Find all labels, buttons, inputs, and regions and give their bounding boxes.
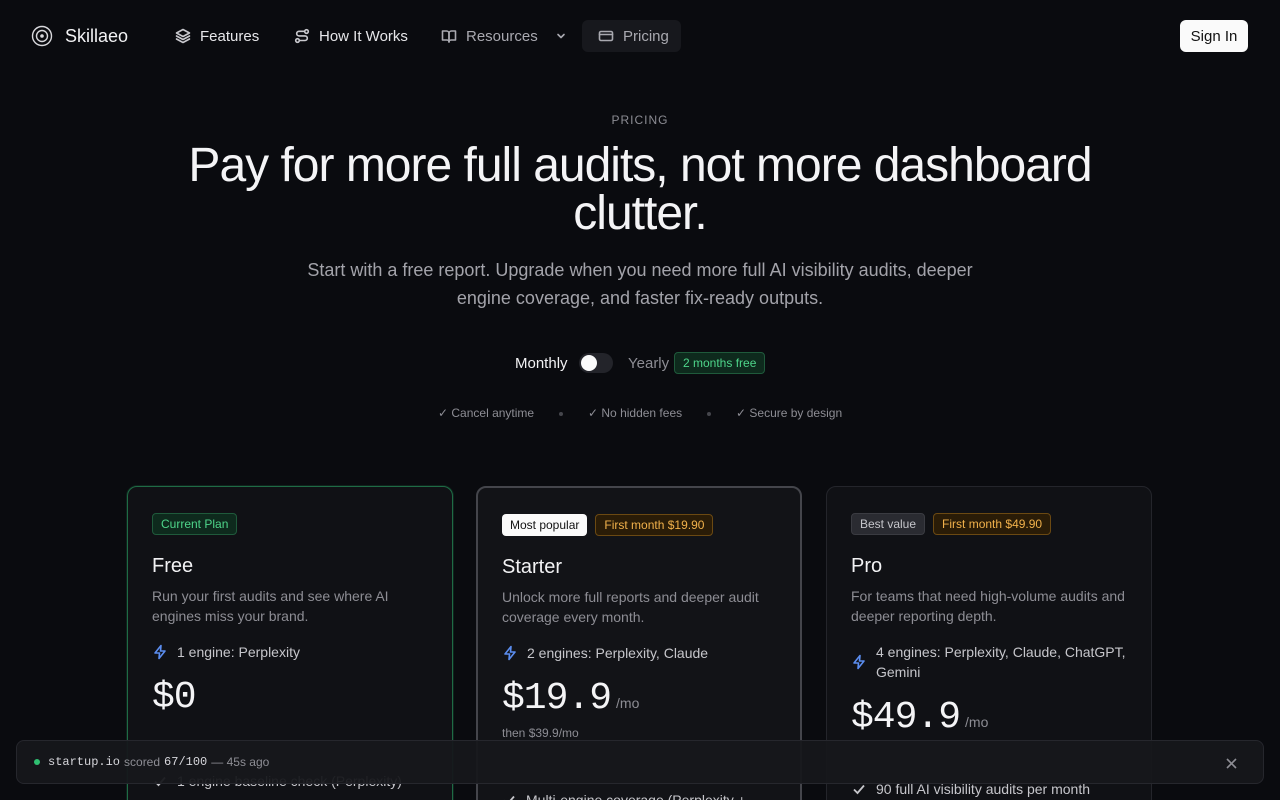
current-plan-badge: Current Plan: [152, 513, 238, 535]
assurance-fees: ✓ No hidden fees: [588, 406, 683, 420]
top-nav: Skillaeo Features How It Works Resources…: [0, 0, 1280, 72]
layers-icon: [175, 28, 191, 44]
separator-dot: [707, 412, 711, 416]
plan-engines: 2 engines: Perplexity, Claude: [502, 643, 776, 663]
brand-logo-icon: [31, 25, 53, 47]
plan-description: Run your first audits and see where AI e…: [152, 588, 389, 624]
first-month-badge: First month $19.90: [595, 514, 714, 536]
assurance-secure: ✓ Secure by design: [736, 406, 843, 420]
plan-price-row: $0: [152, 676, 428, 719]
plan-period: /mo: [616, 695, 640, 711]
nav-pricing[interactable]: Pricing: [582, 20, 681, 52]
first-month-badge: First month $49.90: [933, 513, 1052, 535]
most-popular-badge: Most popular: [502, 514, 588, 536]
page-headline: Pay for more full audits, not more dashb…: [188, 139, 1092, 240]
page-subhead: Start with a free report. Upgrade when y…: [307, 260, 973, 308]
nav-how-it-works-label: How It Works: [319, 27, 408, 45]
plan-badges: Most popular First month $19.90: [502, 514, 776, 536]
best-value-badge: Best value: [851, 513, 926, 535]
nav-features-label: Features: [200, 27, 260, 45]
check-icon: [853, 784, 865, 795]
brand-name: Skillaeo: [65, 25, 129, 46]
plan-price: $0: [152, 676, 197, 719]
plan-engines: 4 engines: Perplexity, Claude, ChatGPT, …: [851, 642, 1127, 682]
activity-toast: startup.io scored 67/100 — 45s ago: [16, 740, 1264, 784]
lightning-icon: [853, 654, 865, 670]
plan-feature: Multi-engine coverage (Perplexity +: [502, 792, 746, 800]
toast-score: 67/100: [164, 755, 208, 769]
brand[interactable]: Skillaeo: [31, 25, 128, 47]
plan-name: Pro: [851, 555, 883, 577]
billing-switch-knob: [581, 355, 597, 371]
chevron-down-icon: [556, 33, 565, 39]
assurances: ✓ Cancel anytime ✓ No hidden fees ✓ Secu…: [0, 406, 1280, 422]
plan-price-row: $49.9 /mo: [851, 696, 1127, 739]
plan-price: $19.9: [502, 677, 612, 720]
book-icon: [441, 30, 457, 43]
plan-name: Starter: [502, 556, 563, 578]
plan-description: Unlock more full reports and deeper audi…: [502, 589, 759, 625]
nav-resources-label: Resources: [466, 27, 538, 45]
plan-badges: Current Plan: [152, 513, 428, 535]
toast-domain: startup.io: [48, 755, 121, 769]
plan-engines: 1 engine: Perplexity: [152, 642, 428, 662]
plan-badges: Best value First month $49.90: [851, 513, 1127, 535]
plan-price: $49.9: [851, 696, 961, 739]
plan-name: Free: [152, 555, 194, 577]
nav-how-it-works[interactable]: How It Works: [294, 20, 408, 52]
nav-pricing-label: Pricing: [623, 27, 669, 45]
plan-description: For teams that need high-volume audits a…: [851, 588, 1125, 624]
plan-price-row: $19.9 /mo: [502, 677, 776, 720]
sign-in-button[interactable]: Sign In: [1180, 20, 1248, 52]
billing-switch[interactable]: [579, 353, 613, 373]
monthly-label[interactable]: Monthly: [515, 355, 568, 372]
toast-time: — 45s ago: [211, 755, 270, 769]
nav-resources[interactable]: Resources: [441, 20, 567, 52]
credit-card-icon: [598, 30, 614, 42]
plan-period: /mo: [965, 714, 989, 730]
lightning-icon: [154, 644, 166, 660]
plan-engines-label: 4 engines: Perplexity, Claude, ChatGPT, …: [876, 644, 1126, 680]
plan-engines-label: 2 engines: Perplexity, Claude: [527, 645, 709, 661]
pricing-eyebrow: PRICING: [611, 113, 669, 127]
yearly-discount-badge: 2 months free: [674, 352, 766, 374]
yearly-label[interactable]: Yearly: [628, 355, 669, 372]
status-dot: [34, 759, 40, 765]
plan-feature-label: Multi-engine coverage (Perplexity +: [526, 792, 746, 800]
billing-toggle-row: Monthly Yearly 2 months free: [0, 350, 1280, 376]
nav-features[interactable]: Features: [175, 20, 259, 52]
lightning-icon: [504, 645, 516, 661]
close-icon: [1225, 757, 1237, 769]
separator-dot: [559, 412, 563, 416]
assurance-cancel: ✓ Cancel anytime: [438, 406, 535, 420]
plan-renewal-price: then $39.9/mo: [502, 726, 579, 740]
check-icon: [504, 795, 515, 800]
toast-scored-text: scored: [124, 755, 161, 769]
route-icon: [294, 28, 310, 44]
toast-close-button[interactable]: [1221, 753, 1241, 773]
plan-engines-label: 1 engine: Perplexity: [177, 644, 300, 660]
